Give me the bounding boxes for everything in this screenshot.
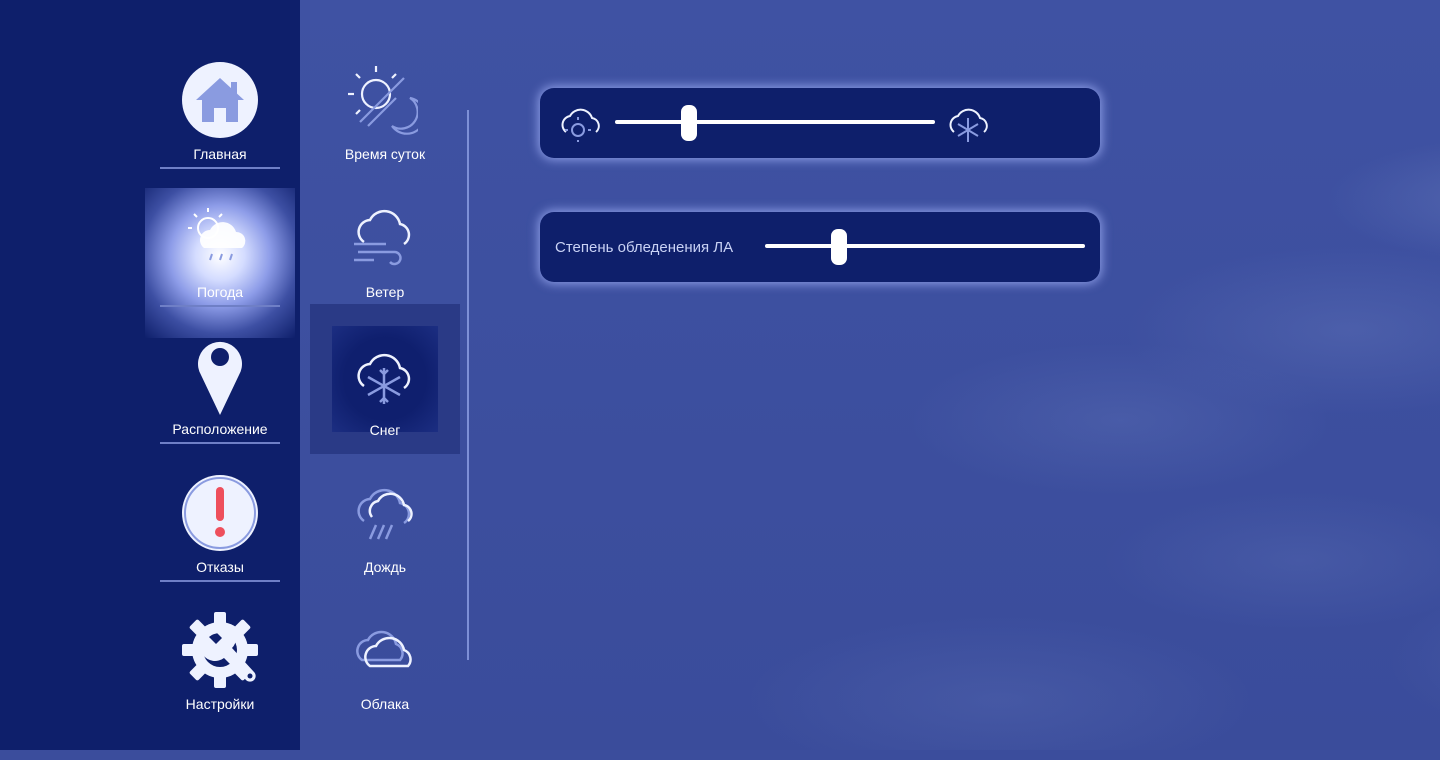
- snow-intensity-panel: [540, 88, 1100, 158]
- tab-label-day-night: Время суток: [344, 146, 426, 162]
- nav-divider: [160, 305, 280, 307]
- nav-divider: [160, 442, 280, 444]
- location-pin-icon: [198, 341, 242, 415]
- main-sidebar: Главная Погода Расположение Отказы Настр…: [0, 0, 300, 750]
- nav-label-settings: Настройки: [185, 696, 255, 712]
- icing-slider-thumb[interactable]: [830, 229, 847, 265]
- tab-rain[interactable]: Дождь: [310, 473, 460, 623]
- rain-cloud-icon: [357, 488, 413, 540]
- tab-snow[interactable]: Снег: [310, 304, 460, 454]
- icing-panel: Степень обледенения ЛА: [540, 212, 1100, 282]
- nav-item-weather[interactable]: Погода: [145, 188, 295, 338]
- nav-item-home[interactable]: Главная: [160, 60, 280, 180]
- nav-divider: [160, 580, 280, 582]
- tab-day-night[interactable]: Время суток: [310, 60, 460, 210]
- nav-item-location[interactable]: Расположение: [160, 335, 280, 455]
- day-night-icon: [348, 66, 418, 135]
- home-icon: [182, 62, 258, 138]
- icing-label: Степень обледенения ЛА: [555, 239, 734, 256]
- nav-label-home: Главная: [193, 146, 247, 162]
- icing-track[interactable]: [765, 244, 1085, 248]
- nav-item-failures[interactable]: Отказы: [160, 473, 280, 593]
- weather-icon: [188, 208, 246, 261]
- settings-gear-wrench-icon: [182, 612, 258, 688]
- snow-intensity-track[interactable]: [615, 120, 935, 124]
- nav-divider: [160, 167, 280, 169]
- menu-divider: [467, 110, 469, 660]
- sun-cloud-icon: [561, 108, 600, 142]
- nav-label-failures: Отказы: [196, 559, 244, 575]
- tab-label-rain: Дождь: [363, 559, 407, 575]
- clouds-icon: [356, 630, 412, 668]
- failure-alert-icon: [182, 475, 258, 551]
- tab-label-clouds: Облака: [360, 696, 410, 712]
- snow-cloud-icon: [357, 353, 411, 404]
- nav-label-weather: Погода: [196, 284, 244, 300]
- nav-label-location: Расположение: [172, 421, 268, 437]
- snow-intensity-slider-thumb[interactable]: [680, 105, 697, 141]
- snowflake-cloud-icon: [949, 108, 988, 142]
- tab-label-snow: Снег: [369, 422, 401, 438]
- tab-clouds[interactable]: Облака: [310, 610, 460, 760]
- nav-item-settings[interactable]: Настройки: [160, 610, 280, 730]
- tab-label-wind: Ветер: [365, 284, 405, 300]
- wind-cloud-icon: [354, 209, 411, 266]
